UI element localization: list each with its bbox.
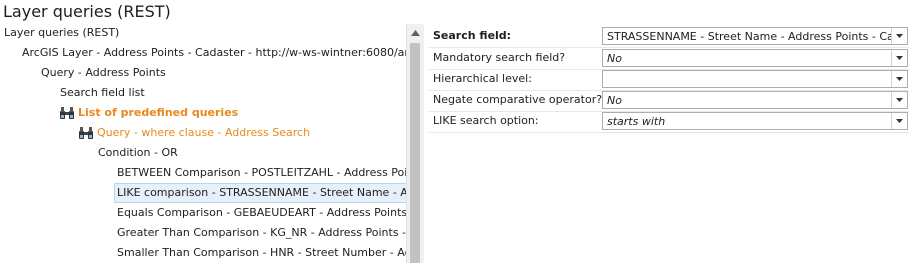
like-option-label: LIKE search option: xyxy=(433,114,539,127)
tree-scrollbar[interactable] xyxy=(406,24,424,263)
tree-item-label: ArcGIS Layer - Address Points - Cadaster… xyxy=(22,46,406,59)
scroll-up-arrow-icon[interactable] xyxy=(407,24,424,41)
tree-item-greater-than-comparison[interactable]: Greater Than Comparison - KG_NR - Addres… xyxy=(115,224,406,242)
search-field-value: STRASSENNAME - Street Name - Address Poi… xyxy=(607,30,891,43)
property-negate: Negate comparative operator? No xyxy=(429,90,909,110)
property-search-field: Search field: STRASSENNAME - Street Name… xyxy=(429,26,909,46)
property-like-option: LIKE search option: starts with xyxy=(429,111,909,131)
like-option-dropdown[interactable]: starts with xyxy=(602,112,908,130)
tree-item-label: Equals Comparison - GEBAEUDEART - Addres… xyxy=(117,206,406,219)
tree-item-between-comparison[interactable]: BETWEEN Comparison - POSTLEITZAHL - Addr… xyxy=(115,164,406,182)
tree-item-search-field-list[interactable]: Search field list xyxy=(58,84,147,102)
tree-item-label: Layer queries (REST) xyxy=(4,26,120,39)
like-option-value: starts with xyxy=(607,115,666,128)
tree-item-label: BETWEEN Comparison - POSTLEITZAHL - Addr… xyxy=(117,166,406,179)
binoculars-icon xyxy=(78,126,94,140)
tree-item-label: Query - Address Points xyxy=(41,66,166,79)
tree-item-arcgis-layer[interactable]: ArcGIS Layer - Address Points - Cadaster… xyxy=(20,44,406,62)
tree-item-label: Query - where clause - Address Search xyxy=(97,126,311,139)
search-field-label: Search field: xyxy=(433,29,512,42)
scrollbar-thumb[interactable] xyxy=(410,43,420,263)
chevron-down-icon[interactable] xyxy=(891,113,907,129)
chevron-down-icon[interactable] xyxy=(891,92,907,108)
chevron-down-icon[interactable] xyxy=(891,28,907,44)
tree-item-equals-comparison[interactable]: Equals Comparison - GEBAEUDEART - Addres… xyxy=(115,204,406,222)
tree-item-label: List of predefined queries xyxy=(78,106,239,119)
tree-item-predefined-queries[interactable]: List of predefined queries xyxy=(57,104,240,122)
tree-item-label: Greater Than Comparison - KG_NR - Addres… xyxy=(117,226,406,239)
tree-item-label: Search field list xyxy=(60,86,145,99)
hierarchical-dropdown[interactable] xyxy=(602,70,908,88)
hierarchical-label: Hierarchical level: xyxy=(433,72,532,85)
mandatory-value: No xyxy=(607,52,622,65)
tree-item-label: Condition - OR xyxy=(98,146,178,159)
binoculars-icon xyxy=(59,106,75,120)
query-tree: Layer queries (REST) ArcGIS Layer - Addr… xyxy=(0,24,406,263)
negate-label: Negate comparative operator? xyxy=(433,93,603,106)
window-title: Layer queries (REST) xyxy=(3,2,171,21)
chevron-down-icon[interactable] xyxy=(891,71,907,87)
property-mandatory: Mandatory search field? No xyxy=(429,48,909,68)
tree-item-label: Smaller Than Comparison - HNR - Street N… xyxy=(117,246,406,259)
tree-item-like-comparison[interactable]: LIKE comparison - STRASSENNAME - Street … xyxy=(114,183,406,203)
mandatory-dropdown[interactable]: No xyxy=(602,49,908,67)
tree-item-smaller-than-comparison[interactable]: Smaller Than Comparison - HNR - Street N… xyxy=(115,244,406,262)
tree-item-where-clause-query[interactable]: Query - where clause - Address Search xyxy=(76,124,312,142)
property-hierarchical-level: Hierarchical level: xyxy=(429,69,909,89)
tree-item-condition-or[interactable]: Condition - OR xyxy=(96,144,180,162)
chevron-down-icon[interactable] xyxy=(891,50,907,66)
tree-item-layer-queries[interactable]: Layer queries (REST) xyxy=(2,24,121,42)
search-field-dropdown[interactable]: STRASSENNAME - Street Name - Address Poi… xyxy=(602,27,908,45)
tree-item-label: LIKE comparison - STRASSENNAME - Street … xyxy=(117,186,406,199)
negate-dropdown[interactable]: No xyxy=(602,91,908,109)
tree-item-query-address-points[interactable]: Query - Address Points xyxy=(39,64,168,82)
negate-value: No xyxy=(607,94,622,107)
mandatory-label: Mandatory search field? xyxy=(433,51,566,64)
